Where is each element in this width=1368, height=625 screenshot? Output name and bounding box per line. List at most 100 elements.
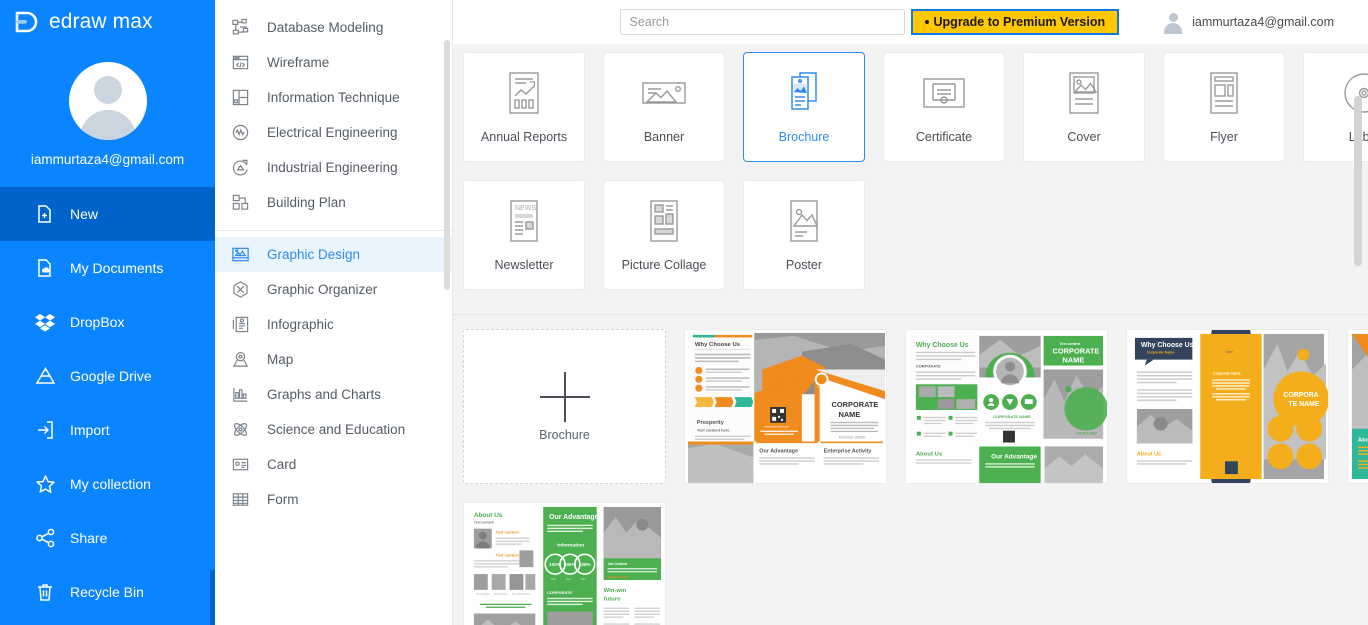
profile-email: iammurtaza4@gmail.com [30, 152, 185, 167]
sidebar-item-my-documents[interactable]: My Documents [0, 241, 215, 295]
svg-text:Why Choose Us: Why Choose Us [916, 342, 969, 349]
flyer-icon [1206, 70, 1242, 116]
svg-text:TE NAME: TE NAME [1288, 401, 1320, 408]
svg-text:YOUR LOGO: YOUR LOGO [1076, 432, 1097, 436]
type-label: Banner [643, 130, 685, 144]
category-item-infographic[interactable]: Infographic [215, 307, 452, 342]
main-scrollbar[interactable] [1354, 44, 1365, 625]
svg-text:Our Advantage: Our Advantage [759, 448, 798, 454]
template-thumb-yellow-navy-brochure[interactable]: Why Choose Us Corporate Name About Us Lo… [1126, 329, 1329, 484]
category-item-graphic-organizer[interactable]: Graphic Organizer [215, 272, 452, 307]
my-documents-icon [34, 257, 56, 279]
category-group-bottom: Graphic Design Graphic Organizer Infogra… [215, 237, 452, 517]
category-label: Building Plan [267, 195, 346, 210]
import-icon [34, 419, 56, 441]
database-modeling-icon [229, 17, 251, 39]
type-card-cover[interactable]: Cover [1023, 52, 1145, 162]
category-item-information-technique[interactable]: Information Technique [215, 80, 452, 115]
category-item-electrical-engineering[interactable]: Electrical Engineering [215, 115, 452, 150]
svg-text:Figure Content: Figure Content [608, 575, 629, 579]
category-item-building-plan[interactable]: Building Plan [215, 185, 452, 220]
picture-collage-icon [646, 198, 682, 244]
category-label: Form [267, 492, 299, 507]
category-scrollbar-thumb[interactable] [444, 40, 450, 290]
type-card-picture-collage[interactable]: Picture Collage [603, 180, 725, 290]
category-item-science-and-education[interactable]: Science and Education [215, 412, 452, 447]
poster-icon [786, 198, 822, 244]
svg-text:Our Advantage: Our Advantage [549, 514, 598, 521]
sidebar-item-recycle-bin[interactable]: Recycle Bin [0, 565, 215, 619]
template-thumb-green-corporate-brochure-2[interactable]: About Us Text content Text content Text … [463, 502, 666, 625]
category-item-graphic-design[interactable]: Graphic Design [215, 237, 452, 272]
template-thumb-green-corporate-brochure[interactable]: Why Choose Us CORPORATE CORPORATE NAME T… [905, 329, 1108, 484]
search-input[interactable] [619, 9, 905, 35]
sidebar-item-label: Recycle Bin [70, 584, 144, 600]
edraw-logo-icon [14, 11, 40, 33]
category-label: Card [267, 457, 297, 472]
sidebar-nav: New My Documents DropBox Google Drive Im… [0, 187, 215, 619]
sidebar-item-new[interactable]: New [0, 187, 215, 241]
template-thumb-orange-corporate-brochure[interactable]: Why Choose Us Prosperity Text content he… [684, 329, 887, 484]
svg-text:100%: 100% [564, 562, 576, 567]
trash-icon [34, 581, 56, 603]
building-plan-icon [229, 192, 251, 214]
type-label: Annual Reports [480, 130, 568, 144]
svg-text:Text 022-02300: Text 022-02300 [838, 435, 866, 440]
svg-text:Text content here: Text content here [697, 428, 730, 433]
category-item-graphs-and-charts[interactable]: Graphs and Charts [215, 377, 452, 412]
sidebar-item-label: Share [70, 530, 108, 546]
type-card-banner[interactable]: Banner [603, 52, 725, 162]
category-item-database-modeling[interactable]: Database Modeling [215, 10, 452, 45]
svg-text:NEWS: NEWS [515, 205, 536, 212]
category-item-industrial-engineering[interactable]: Industrial Engineering [215, 150, 452, 185]
type-card-poster[interactable]: Poster [743, 180, 865, 290]
sidebar-item-my-collection[interactable]: My collection [0, 457, 215, 511]
brand-name: edraw max [49, 10, 153, 33]
category-item-map[interactable]: Map [215, 342, 452, 377]
top-bar: Upgrade to Premium Version iammurtaza4@g… [453, 0, 1368, 44]
svg-text:Text: Text [525, 592, 530, 596]
sidebar-item-label: My collection [70, 476, 151, 492]
svg-text:CORPORATE: CORPORATE [832, 400, 879, 409]
category-item-wireframe[interactable]: Wireframe [215, 45, 452, 80]
main-scrollbar-thumb[interactable] [1354, 96, 1362, 266]
type-card-newsletter[interactable]: NEWS Newsletter [463, 180, 585, 290]
type-card-annual-reports[interactable]: Annual Reports [463, 52, 585, 162]
type-card-flyer[interactable]: Flyer [1163, 52, 1285, 162]
type-card-certificate[interactable]: Certificate [883, 52, 1005, 162]
category-item-partial[interactable] [215, 0, 452, 10]
type-label: Cover [1067, 130, 1101, 144]
brand-logo[interactable]: edraw max [0, 0, 215, 44]
sidebar-item-google-drive[interactable]: Google Drive [0, 349, 215, 403]
svg-text:Corporate Name: Corporate Name [1147, 351, 1175, 355]
table-grid-icon [229, 489, 251, 511]
category-label: Map [267, 352, 294, 367]
account-menu[interactable]: iammurtaza4@gmail.com [1163, 12, 1334, 34]
svg-text:About Us: About Us [474, 512, 503, 519]
svg-text:Text: Text [566, 577, 571, 581]
sidebar-item-dropbox[interactable]: DropBox [0, 295, 215, 349]
partial-category-icon [227, 0, 249, 6]
new-blank-brochure-card[interactable]: Brochure [463, 329, 666, 484]
category-scrollbar[interactable] [444, 0, 451, 625]
search-container [619, 9, 905, 35]
svg-text:CORPORATE: CORPORATE [916, 364, 941, 369]
svg-text:Text content: Text content [512, 592, 526, 596]
user-avatar-icon[interactable] [68, 62, 147, 140]
left-sidebar: edraw max iammurtaza4@gmail.com New My D… [0, 0, 215, 625]
type-label: Flyer [1210, 130, 1238, 144]
svg-text:Enterprise Activity: Enterprise Activity [824, 448, 872, 454]
type-card-brochure[interactable]: Brochure [743, 52, 865, 162]
sidebar-item-import[interactable]: Import [0, 403, 215, 457]
svg-text:CORPORATE: CORPORATE [1053, 347, 1100, 356]
plus-icon [539, 371, 590, 422]
svg-text:future: future [604, 597, 622, 603]
upgrade-to-premium-button[interactable]: Upgrade to Premium Version [910, 9, 1120, 35]
industrial-engineering-icon [229, 157, 251, 179]
svg-text:CORPORA: CORPORA [1283, 392, 1318, 399]
svg-text:Corporate Name: Corporate Name [1213, 371, 1241, 375]
google-drive-icon [34, 365, 56, 387]
category-item-form[interactable]: Form [215, 482, 452, 517]
sidebar-item-share[interactable]: Share [0, 511, 215, 565]
category-item-card[interactable]: Card [215, 447, 452, 482]
